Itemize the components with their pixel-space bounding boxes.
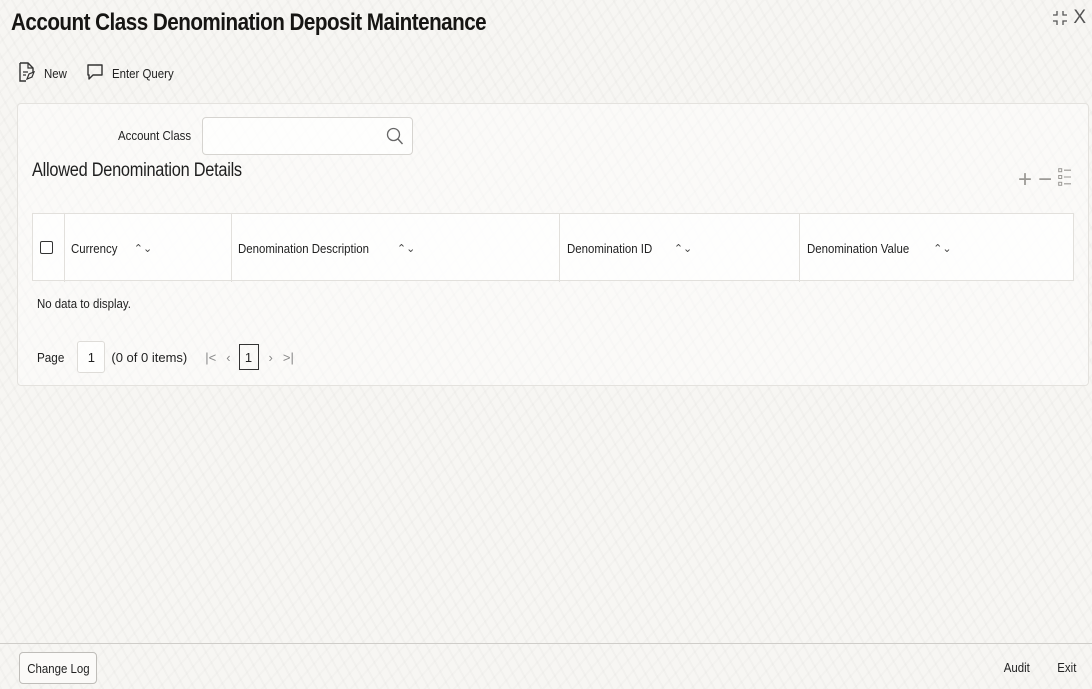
audit-button[interactable]: Audit — [1002, 651, 1032, 683]
enter-query-label: Enter Query — [112, 66, 174, 81]
new-button[interactable]: New — [18, 62, 70, 85]
column-separator — [231, 214, 232, 282]
current-page[interactable]: 1 — [238, 344, 259, 370]
pagination: Page 1 (0 of 0 items) |< ‹ 1 › >| — [37, 341, 294, 373]
add-row-icon[interactable]: + — [1018, 167, 1032, 191]
sort-icon[interactable]: ⌃⌄ — [134, 242, 152, 255]
denomination-table: Currency ⌃⌄ Denomination Description ⌃⌄ … — [32, 213, 1074, 282]
sort-icon[interactable]: ⌃⌄ — [674, 242, 692, 255]
next-page-icon[interactable]: › — [269, 350, 273, 365]
change-log-button[interactable]: Change Log — [19, 652, 97, 684]
enter-query-button[interactable]: Enter Query — [86, 63, 182, 84]
column-separator — [799, 214, 800, 282]
column-separator — [64, 214, 65, 282]
column-header-currency[interactable]: Currency ⌃⌄ — [71, 214, 152, 282]
exit-button[interactable]: Exit — [1056, 651, 1078, 683]
last-page-icon[interactable]: >| — [283, 350, 294, 365]
toolbar: New Enter Query — [18, 62, 182, 85]
column-header-denomination-id[interactable]: Denomination ID ⌃⌄ — [567, 214, 692, 282]
page-title: Account Class Denomination Deposit Maint… — [11, 9, 487, 36]
footer-divider — [0, 643, 1092, 644]
speech-bubble-icon — [86, 63, 104, 84]
search-icon[interactable] — [386, 127, 404, 152]
new-label: New — [44, 66, 67, 81]
page-number-input[interactable]: 1 — [77, 341, 106, 373]
select-all-checkbox[interactable] — [40, 241, 53, 254]
sort-icon[interactable]: ⌃⌄ — [933, 242, 951, 255]
account-class-label: Account Class — [118, 128, 192, 143]
previous-page-icon[interactable]: ‹ — [226, 350, 230, 365]
column-header-denomination-value[interactable]: Denomination Value ⌃⌄ — [807, 214, 952, 282]
restore-icon[interactable] — [1053, 11, 1068, 25]
window-controls: X — [1053, 8, 1086, 27]
single-record-view-icon[interactable] — [1058, 168, 1072, 191]
delete-row-icon[interactable]: − — [1038, 167, 1052, 191]
title-bar: Account Class Denomination Deposit Maint… — [0, 0, 1092, 50]
item-count: (0 of 0 items) — [111, 349, 188, 365]
close-icon[interactable]: X — [1073, 8, 1086, 27]
empty-message: No data to display. — [37, 296, 131, 311]
grid-actions: + − — [1018, 167, 1072, 191]
column-separator — [559, 214, 560, 282]
page-label: Page — [37, 349, 65, 365]
first-page-icon[interactable]: |< — [205, 350, 216, 365]
column-header-denomination-description[interactable]: Denomination Description ⌃⌄ — [238, 214, 415, 282]
account-class-input[interactable] — [202, 117, 413, 155]
section-title: Allowed Denomination Details — [32, 160, 242, 181]
new-document-icon — [18, 62, 36, 85]
sort-icon[interactable]: ⌃⌄ — [397, 242, 415, 255]
